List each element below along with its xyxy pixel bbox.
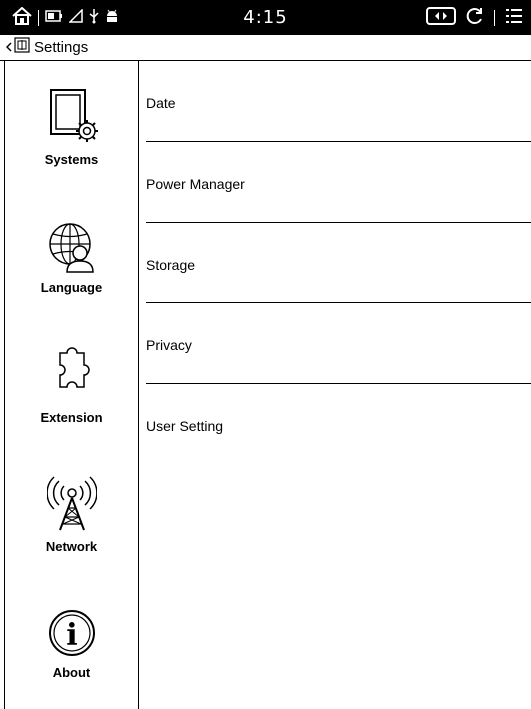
status-icons-right: [426, 6, 523, 31]
list-item-label: User Setting: [146, 418, 224, 434]
list-item-privacy[interactable]: Privacy: [146, 303, 531, 384]
chevron-left-icon: [5, 39, 12, 57]
page-title: Settings: [34, 39, 89, 56]
list-item-label: Privacy: [146, 337, 192, 353]
svg-text:i: i: [66, 618, 77, 653]
tablet-gear-icon: [43, 87, 101, 150]
sidebar-item-label: About: [52, 665, 91, 680]
sidebar: Systems Language Extension Network i Abo…: [0, 61, 138, 709]
list-item-storage[interactable]: Storage: [146, 223, 531, 304]
status-bar: 4:15: [0, 0, 531, 35]
sidebar-item-label: Systems: [44, 152, 99, 167]
refresh-icon[interactable]: [466, 7, 484, 30]
back-button[interactable]: [5, 37, 30, 58]
sidebar-item-systems[interactable]: Systems: [5, 87, 138, 167]
list-item-power-manager[interactable]: Power Manager: [146, 142, 531, 223]
sidebar-item-extension[interactable]: Extension: [5, 345, 138, 425]
title-bar: Settings: [0, 35, 531, 61]
puzzle-icon: [48, 345, 96, 408]
info-icon: i: [47, 608, 97, 663]
settings-list: Date Power Manager Storage Privacy User …: [139, 61, 531, 709]
settings-app-icon: [14, 37, 30, 58]
list-item-user-setting[interactable]: User Setting: [146, 384, 531, 465]
sidebar-item-network[interactable]: Network: [5, 476, 138, 554]
list-item-label: Date: [146, 95, 176, 111]
sidebar-item-about[interactable]: i About: [5, 608, 138, 680]
menu-icon[interactable]: [505, 7, 523, 30]
sidebar-item-label: Extension: [40, 410, 103, 425]
sidebar-item-label: Language: [40, 280, 103, 295]
list-item-label: Power Manager: [146, 176, 245, 192]
list-item-date[interactable]: Date: [146, 61, 531, 142]
sidebar-item-language[interactable]: Language: [5, 221, 138, 295]
sidebar-item-label: Network: [45, 539, 98, 554]
antenna-icon: [45, 476, 98, 537]
status-separator: [494, 10, 495, 26]
list-item-label: Storage: [146, 257, 196, 273]
screen-rotate-icon[interactable]: [426, 6, 456, 31]
globe-user-icon: [47, 221, 97, 278]
